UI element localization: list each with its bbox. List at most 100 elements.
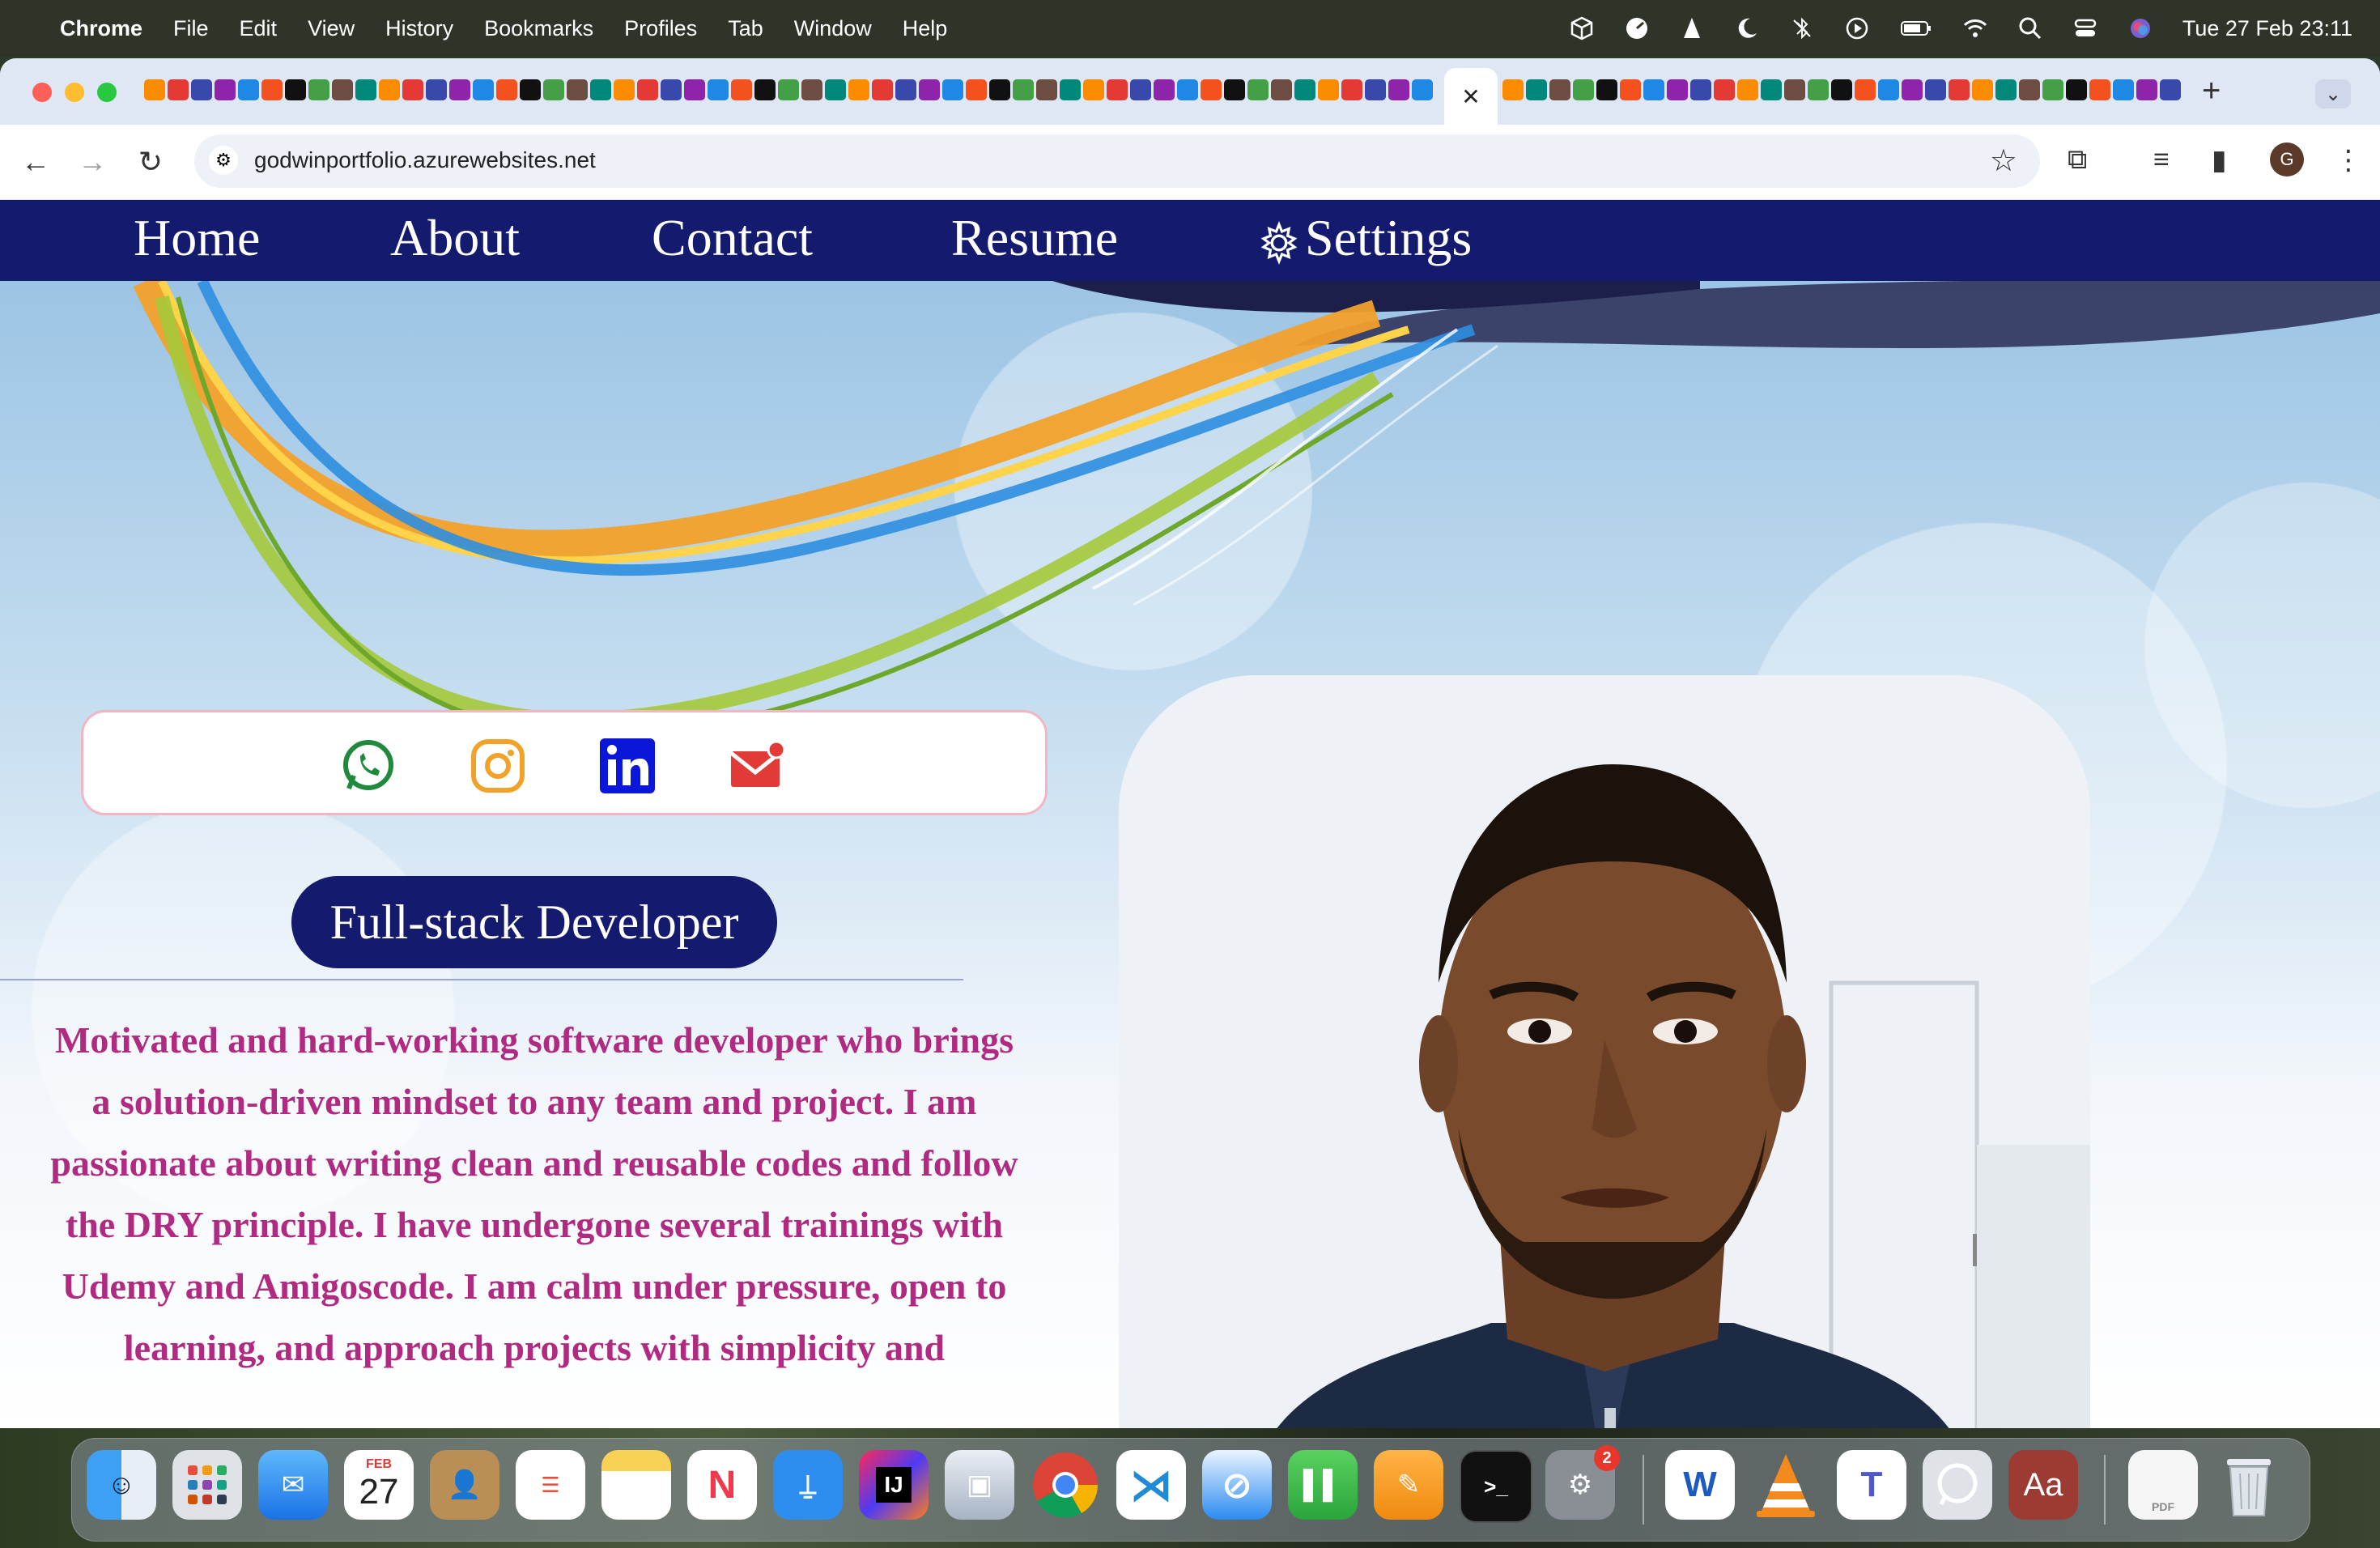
tab-favicon-icon[interactable] (1083, 79, 1104, 100)
url-text[interactable]: godwinportfolio.azurewebsites.net (254, 147, 596, 173)
tab-favicon-icon[interactable] (1995, 79, 2017, 100)
system-settings-icon[interactable]: ⚙ 2 (1545, 1445, 1620, 1520)
site-info-icon[interactable]: ⚙ (209, 146, 238, 175)
tab-favicon-icon[interactable] (872, 79, 893, 100)
nav-contact-link[interactable]: Contact (652, 208, 813, 268)
tab-favicon-icon[interactable] (1902, 79, 1923, 100)
tab-favicon-icon[interactable] (1502, 79, 1524, 100)
tab-favicon-icon[interactable] (1013, 79, 1034, 100)
tab-favicon-icon[interactable] (1365, 79, 1386, 100)
tab-favicon-icon[interactable] (1737, 79, 1758, 100)
address-bar[interactable]: ⚙ godwinportfolio.azurewebsites.net ☆ (194, 134, 2040, 188)
tab-favicon-icon[interactable] (1714, 79, 1735, 100)
bluetooth-off-icon[interactable] (1789, 15, 1815, 41)
tab-favicon-icon[interactable] (1247, 79, 1269, 100)
media-controls-icon[interactable]: ≡ (2153, 144, 2170, 176)
menu-bookmarks[interactable]: Bookmarks (484, 16, 593, 41)
tab-favicon-icon[interactable] (778, 79, 799, 100)
tab-favicon-icon[interactable] (144, 79, 165, 100)
tab-favicon-icon[interactable] (1154, 79, 1175, 100)
whatsapp-icon[interactable] (339, 737, 397, 795)
tab-favicon-icon[interactable] (1925, 79, 1946, 100)
tab-favicon-icon[interactable] (848, 79, 869, 100)
active-tab[interactable]: ✕ (1444, 68, 1498, 125)
tab-favicon-icon[interactable] (684, 79, 705, 100)
tab-favicon-icon[interactable] (1878, 79, 1899, 100)
launchpad-icon[interactable] (172, 1450, 242, 1520)
tab-favicon-icon[interactable] (1761, 79, 1782, 100)
teams-icon[interactable]: T (1837, 1450, 1906, 1520)
menu-tab[interactable]: Tab (728, 16, 763, 41)
tab-favicon-icon[interactable] (1036, 79, 1057, 100)
tab-favicon-icon[interactable] (1949, 79, 1970, 100)
calendar-icon[interactable]: FEB 27 (344, 1450, 414, 1520)
news-icon[interactable]: N (687, 1450, 757, 1520)
forward-arrow-icon[interactable]: → (74, 144, 110, 180)
tab-favicon-icon[interactable] (449, 79, 470, 100)
chrome-icon[interactable] (1031, 1450, 1100, 1520)
menu-history[interactable]: History (385, 16, 453, 41)
tab-favicon-icon[interactable] (355, 79, 376, 100)
zoom-window-button[interactable] (97, 83, 117, 102)
tab-favicon-icon[interactable] (1620, 79, 1641, 100)
tab-favicon-icon[interactable] (520, 79, 541, 100)
tab-favicon-icon[interactable] (2160, 79, 2181, 100)
tab-favicon-icon[interactable] (238, 79, 259, 100)
tab-favicon-icon[interactable] (308, 79, 329, 100)
tab-favicon-icon[interactable] (1667, 79, 1688, 100)
linkedin-icon[interactable] (598, 737, 657, 795)
terminal-icon[interactable]: >_ (1460, 1450, 1532, 1523)
tab-favicon-icon[interactable] (379, 79, 400, 100)
speedometer-icon[interactable] (1624, 15, 1650, 41)
pdf-document-icon[interactable]: PDF (2128, 1450, 2198, 1520)
keynote-icon[interactable]: ⍊ (773, 1450, 843, 1520)
tab-favicon-icon[interactable] (1549, 79, 1570, 100)
tab-favicon-icon[interactable] (1294, 79, 1315, 100)
tab-favicon-icon[interactable] (590, 79, 611, 100)
tab-favicon-icon[interactable] (1177, 79, 1198, 100)
play-circle-icon[interactable] (1844, 15, 1870, 41)
tab-favicon-icon[interactable] (2066, 79, 2087, 100)
tab-favicon-icon[interactable] (989, 79, 1010, 100)
tab-favicon-icon[interactable] (1318, 79, 1339, 100)
tab-favicon-icon[interactable] (1388, 79, 1409, 100)
tab-favicon-icon[interactable] (825, 79, 846, 100)
tab-favicon-icon[interactable] (754, 79, 776, 100)
tab-favicon-icon[interactable] (567, 79, 588, 100)
notes-icon[interactable] (601, 1450, 671, 1520)
spotlight-search-icon[interactable] (2017, 15, 2043, 41)
contacts-icon[interactable]: 👤 (430, 1450, 499, 1520)
menu-help[interactable]: Help (903, 16, 948, 41)
close-window-button[interactable] (32, 83, 52, 102)
tab-favicon-icon[interactable] (1060, 79, 1081, 100)
tab-favicon-icon[interactable] (731, 79, 752, 100)
tab-favicon-icon[interactable] (215, 79, 236, 100)
instagram-icon[interactable] (469, 737, 527, 795)
nav-resume-link[interactable]: Resume (951, 208, 1118, 268)
tab-favicon-icon[interactable] (1526, 79, 1547, 100)
menu-file[interactable]: File (173, 16, 209, 41)
tab-favicon-icon[interactable] (168, 79, 189, 100)
tab-favicon-icon[interactable] (332, 79, 353, 100)
tab-favicon-icon[interactable] (2042, 79, 2063, 100)
profile-avatar[interactable]: G (2270, 142, 2304, 176)
extensions-puzzle-icon[interactable]: ⧉ (2068, 144, 2087, 176)
tab-favicon-icon[interactable] (1412, 79, 1433, 100)
wifi-icon[interactable] (1962, 15, 1988, 41)
tab-favicons-right[interactable] (1502, 79, 2182, 105)
tab-favicon-icon[interactable] (1596, 79, 1617, 100)
dictionary-icon[interactable]: Aa (2008, 1450, 2078, 1520)
tab-favicon-icon[interactable] (191, 79, 212, 100)
whatsapp-app-icon[interactable] (1923, 1450, 1992, 1520)
bookmark-star-icon[interactable]: ☆ (1990, 142, 2017, 179)
menu-view[interactable]: View (308, 16, 355, 41)
tab-favicon-icon[interactable] (2019, 79, 2040, 100)
tab-favicon-icon[interactable] (261, 79, 283, 100)
tab-favicon-icon[interactable] (426, 79, 447, 100)
tab-favicon-icon[interactable] (1808, 79, 1829, 100)
chrome-menu-icon[interactable]: ⋮ (2335, 144, 2362, 176)
tab-favicon-icon[interactable] (496, 79, 517, 100)
close-tab-icon[interactable]: ✕ (1461, 83, 1480, 110)
word-icon[interactable]: W (1665, 1450, 1735, 1520)
new-tab-button[interactable]: + (2202, 73, 2221, 109)
